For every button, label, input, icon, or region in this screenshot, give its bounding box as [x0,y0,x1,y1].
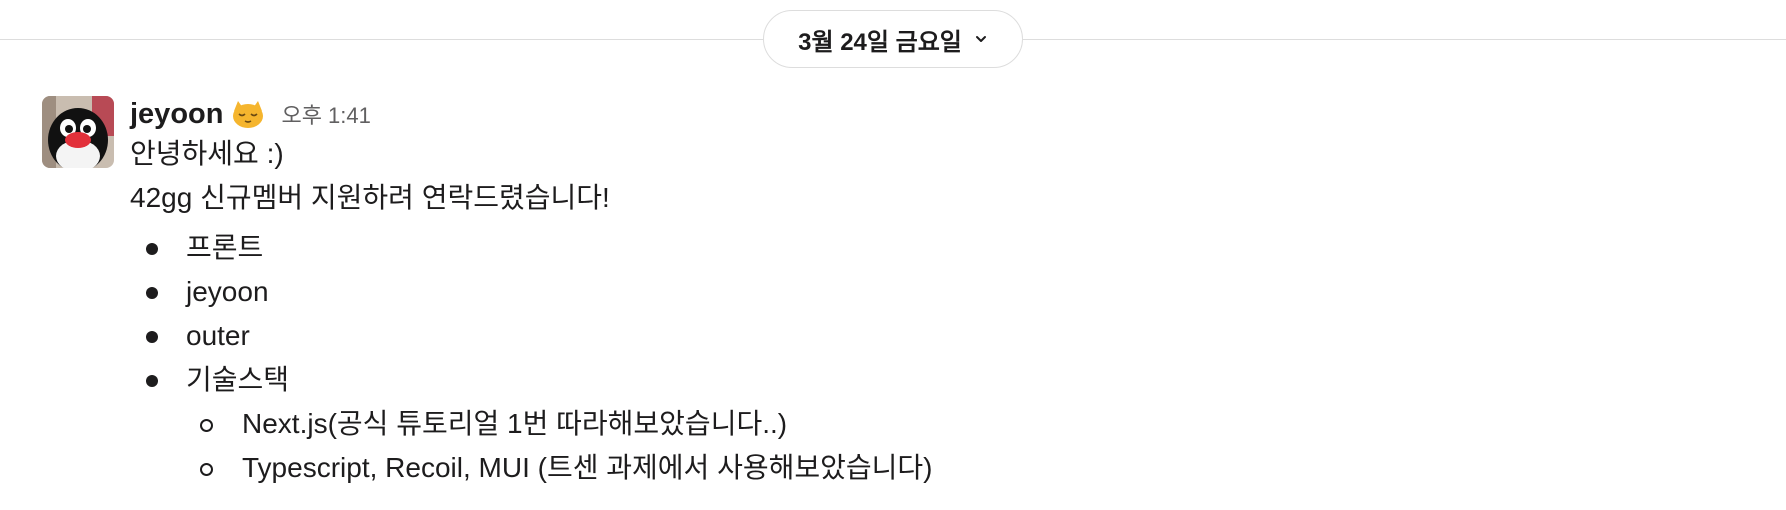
sub-bullet-list: Next.js(공식 튜토리얼 1번 따라해보았습니다..) Typescrip… [130,402,1766,490]
bullet-dot [146,287,158,299]
timestamp[interactable]: 오후 1:41 [281,98,370,130]
bullet-item: jeyoon [130,270,1766,314]
bullet-item: outer [130,314,1766,358]
bullet-item: 프론트 [130,226,1766,270]
bullet-dot [146,375,158,387]
bullet-text: outer [186,320,250,351]
bullet-text: jeyoon [186,276,269,307]
message-header: jeyoon 오후 1:41 [130,96,1766,132]
date-label: 3월 24일 금요일 [798,28,962,56]
bullet-list: 프론트 jeyoon outer 기술스택 [130,226,1766,402]
sub-bullet-item: Next.js(공식 튜토리얼 1번 따라해보았습니다..) [130,402,1766,446]
message-line: 안녕하세요 :) [130,138,284,169]
sub-bullet-item: Typescript, Recoil, MUI (트센 과제에서 사용해보았습니… [130,446,1766,490]
sub-bullet-text: Typescript, Recoil, MUI (트센 과제에서 사용해보았습니… [242,452,933,483]
bullet-item: 기술스택 [130,358,1766,402]
sub-bullet-circle [200,419,213,432]
bullet-text: 프론트 [186,232,264,263]
message-line: 42gg 신규멤버 지원하려 연락드렸습니다! [130,182,610,213]
bullet-dot [146,331,158,343]
sender-name[interactable]: jeyoon [130,98,223,131]
sub-bullet-text: Next.js(공식 튜토리얼 1번 따라해보았습니다..) [242,408,788,439]
sleepy-cat-emoji-icon[interactable] [231,99,265,129]
bullet-text: 기술스택 [186,364,290,395]
bullet-dot [146,243,158,255]
chevron-down-icon [974,32,988,46]
date-divider-button[interactable]: 3월 24일 금요일 [763,10,1023,68]
message-body: jeyoon 오후 1:41 안녕하세요 :) 42gg 신규멤버 지원하려 연… [130,96,1766,490]
sub-bullet-circle [200,463,213,476]
avatar[interactable] [42,96,114,168]
